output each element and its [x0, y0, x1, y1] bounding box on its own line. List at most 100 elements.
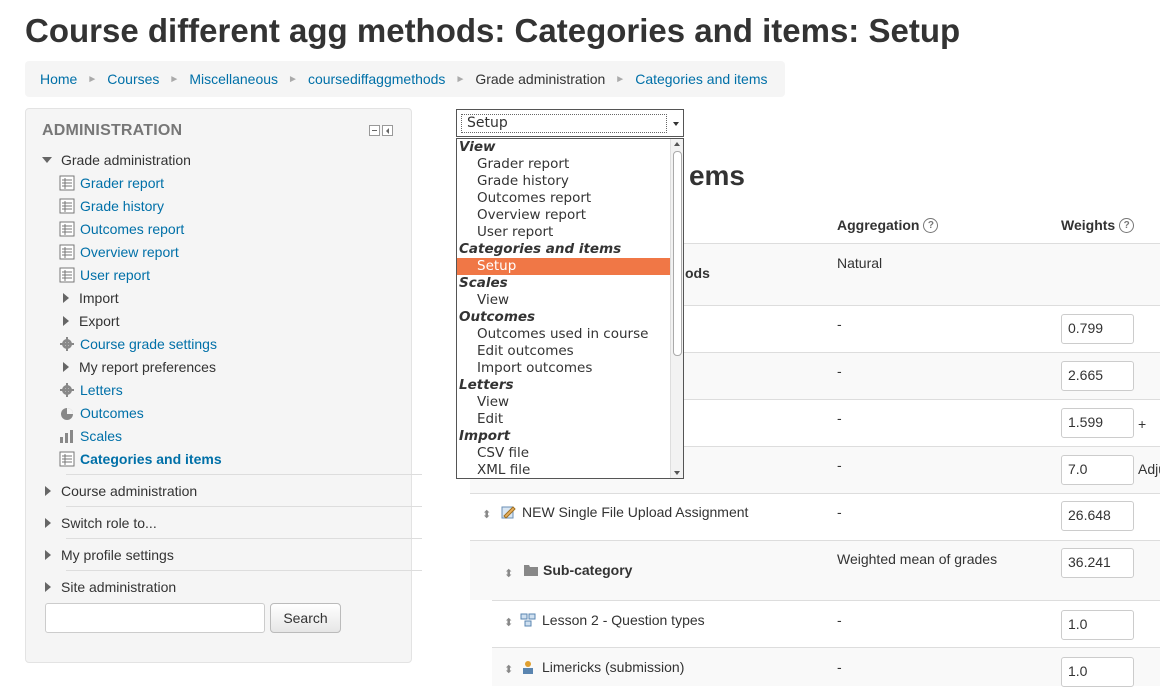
sidebar-item-categories-items[interactable]: Categories and items — [59, 449, 222, 469]
search-button[interactable]: Search — [270, 603, 341, 633]
page-title: Course different agg methods: Categories… — [25, 12, 961, 49]
sidebar-item-course-grade-settings[interactable]: Course grade settings — [59, 334, 217, 354]
move-icon[interactable]: ⬍ — [504, 567, 513, 580]
caret-right-icon — [45, 582, 51, 592]
aggregation-value: - — [837, 410, 842, 426]
option-csv-file[interactable]: CSV file — [457, 445, 683, 462]
caret-right-icon — [45, 550, 51, 560]
sidebar-item-grader-report[interactable]: Grader report — [59, 173, 164, 193]
tree-my-profile-settings[interactable]: My profile settings — [45, 545, 174, 565]
outcomes-icon — [61, 408, 73, 420]
move-icon[interactable]: ⬍ — [504, 616, 513, 629]
sidebar-item-grade-history[interactable]: Grade history — [59, 196, 164, 216]
help-icon[interactable]: ? — [923, 217, 939, 233]
option-group-import: Import — [459, 428, 511, 444]
folder-icon — [524, 565, 538, 576]
aggregation-value: - — [837, 504, 842, 520]
block-controls — [369, 125, 393, 136]
sidebar-item-label: Scales — [80, 428, 123, 444]
tree-label: Grade administration — [61, 152, 191, 168]
option-outcomes-report[interactable]: Outcomes report — [457, 190, 683, 207]
sidebar-item-label: Outcomes report — [80, 221, 185, 237]
dropdown-scrollbar[interactable] — [670, 139, 683, 478]
breadcrumb-categories-items[interactable]: Categories and items — [635, 71, 767, 87]
move-icon[interactable]: ⬍ — [482, 508, 491, 521]
weight-input[interactable]: 36.241 — [1061, 548, 1134, 578]
move-icon[interactable]: ⬍ — [504, 663, 513, 676]
scales-icon — [60, 430, 73, 443]
grade-item-link[interactable]: Limericks (submission) — [542, 659, 684, 675]
sidebar-item-letters[interactable]: Letters — [59, 380, 123, 400]
option-outcomes-used[interactable]: Outcomes used in course — [457, 326, 683, 343]
top-category-name: ods — [685, 265, 710, 281]
option-import-outcomes[interactable]: Import outcomes — [457, 360, 683, 377]
sidebar-item-export[interactable]: Export — [63, 311, 119, 331]
option-user-report[interactable]: User report — [457, 224, 683, 241]
weight-input[interactable]: 1.0 — [1061, 610, 1134, 640]
scrollbar-thumb[interactable] — [673, 151, 682, 356]
assignment-icon — [501, 506, 516, 519]
administration-block: ADMINISTRATION Grade administration Grad… — [25, 108, 422, 663]
sidebar-item-label: Grade history — [80, 198, 165, 214]
grade-item-link[interactable]: Lesson 2 - Question types — [542, 612, 705, 628]
scroll-up-icon[interactable] — [674, 142, 680, 146]
report-icon — [59, 198, 75, 214]
weight-input[interactable]: 0.799 — [1061, 314, 1134, 344]
dock-block-icon[interactable] — [382, 125, 393, 136]
sidebar-item-outcomes[interactable]: Outcomes — [59, 403, 144, 423]
weight-input[interactable]: 7.0 — [1061, 455, 1134, 485]
sidebar-item-user-report[interactable]: User report — [59, 265, 150, 285]
tree-grade-administration[interactable]: Grade administration — [42, 150, 191, 170]
breadcrumb-miscellaneous[interactable]: Miscellaneous — [189, 71, 278, 87]
expand-link[interactable]: + — [1138, 416, 1146, 432]
weight-input[interactable]: 26.648 — [1061, 501, 1134, 531]
tree-course-administration[interactable]: Course administration — [45, 481, 197, 501]
option-letters-view[interactable]: View — [457, 394, 683, 411]
option-setup[interactable]: Setup — [457, 258, 670, 275]
tree-site-administration[interactable]: Site administration — [45, 577, 176, 597]
collapse-block-icon[interactable] — [369, 125, 380, 136]
option-letters-edit[interactable]: Edit — [457, 411, 683, 428]
option-edit-outcomes[interactable]: Edit outcomes — [457, 343, 683, 360]
aggregation-value: - — [837, 659, 842, 675]
breadcrumb-separator-icon: ► — [169, 73, 180, 85]
sidebar-item-my-report-preferences[interactable]: My report preferences — [63, 357, 216, 377]
tree-switch-role[interactable]: Switch role to... — [45, 513, 157, 533]
option-grader-report[interactable]: Grader report — [457, 156, 683, 173]
scroll-down-icon[interactable] — [674, 471, 680, 475]
column-aggregation: Aggregation ? — [837, 217, 939, 233]
admin-search-input[interactable] — [45, 603, 265, 633]
weight-input[interactable]: 1.599 — [1061, 408, 1134, 438]
chevron-down-icon — [673, 122, 679, 126]
category-name: Sub-category — [543, 562, 633, 578]
option-grade-history[interactable]: Grade history — [457, 173, 683, 190]
breadcrumb-course[interactable]: coursediffaggmethods — [308, 71, 446, 87]
option-scales-view[interactable]: View — [457, 292, 683, 309]
option-overview-report[interactable]: Overview report — [457, 207, 683, 224]
weight-input[interactable]: 2.665 — [1061, 361, 1134, 391]
caret-right-icon — [45, 518, 51, 528]
sidebar-item-scales[interactable]: Scales — [59, 426, 122, 446]
sidebar-item-import[interactable]: Import — [63, 288, 119, 308]
weight-input[interactable]: 1.0 — [1061, 657, 1134, 687]
breadcrumb-home[interactable]: Home — [40, 71, 77, 87]
report-icon — [59, 451, 75, 467]
divider — [66, 538, 422, 539]
breadcrumb-courses[interactable]: Courses — [107, 71, 159, 87]
caret-right-icon — [63, 316, 69, 326]
gear-icon — [60, 383, 74, 397]
caret-right-icon — [63, 293, 69, 303]
aggregation-value: - — [837, 612, 842, 628]
caret-right-icon — [45, 486, 51, 496]
adjusted-label: Adju — [1138, 461, 1160, 477]
sidebar-item-overview-report[interactable]: Overview report — [59, 242, 179, 262]
option-xml-file[interactable]: XML file — [457, 462, 683, 478]
report-icon — [59, 244, 75, 260]
grade-item-link[interactable]: NEW Single File Upload Assignment — [522, 504, 748, 520]
select-value: Setup — [461, 114, 667, 133]
sidebar-item-label: Grader report — [80, 175, 165, 191]
column-weights: Weights ? — [1061, 217, 1135, 233]
help-icon[interactable]: ? — [1119, 217, 1135, 233]
sidebar-item-outcomes-report[interactable]: Outcomes report — [59, 219, 184, 239]
jump-select[interactable]: Setup — [456, 109, 684, 137]
